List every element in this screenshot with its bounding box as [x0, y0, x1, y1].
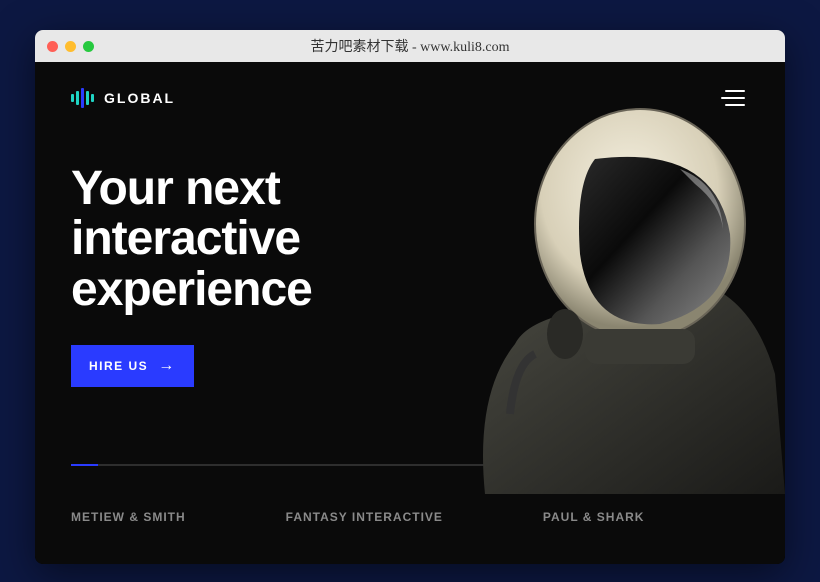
hire-us-button[interactable]: HIRE US → [71, 345, 194, 387]
client-item[interactable]: PAUL & SHARK [543, 510, 645, 524]
hero-section: Your next interactive experience HIRE US… [35, 134, 785, 514]
site-header: GLOBAL [35, 62, 785, 134]
minimize-window-button[interactable] [65, 41, 76, 52]
close-window-button[interactable] [47, 41, 58, 52]
window-title: 苦力吧素材下载 - www.kuli8.com [311, 36, 510, 56]
hero-headline: Your next interactive experience [71, 164, 749, 315]
logo[interactable]: GLOBAL [71, 88, 175, 108]
hero-line-1: Your next [71, 162, 280, 215]
client-list: METIEW & SMITH FANTASY INTERACTIVE PAUL … [71, 510, 749, 524]
page-content: GLOBAL [35, 62, 785, 564]
soundwave-icon [71, 88, 94, 108]
menu-button[interactable] [717, 86, 749, 110]
window-titlebar: 苦力吧素材下载 - www.kuli8.com [35, 30, 785, 62]
client-item[interactable]: METIEW & SMITH [71, 510, 186, 524]
hero-line-3: experience [71, 263, 312, 316]
cta-label: HIRE US [89, 359, 148, 373]
traffic-lights [47, 41, 94, 52]
client-item[interactable]: FANTASY INTERACTIVE [286, 510, 443, 524]
maximize-window-button[interactable] [83, 41, 94, 52]
hamburger-icon [725, 90, 745, 92]
hero-line-2: interactive [71, 212, 300, 265]
arrow-right-icon: → [158, 358, 176, 374]
progress-indicator [71, 464, 98, 466]
brand-name: GLOBAL [104, 90, 175, 106]
browser-window: 苦力吧素材下载 - www.kuli8.com GLOBAL [35, 30, 785, 564]
